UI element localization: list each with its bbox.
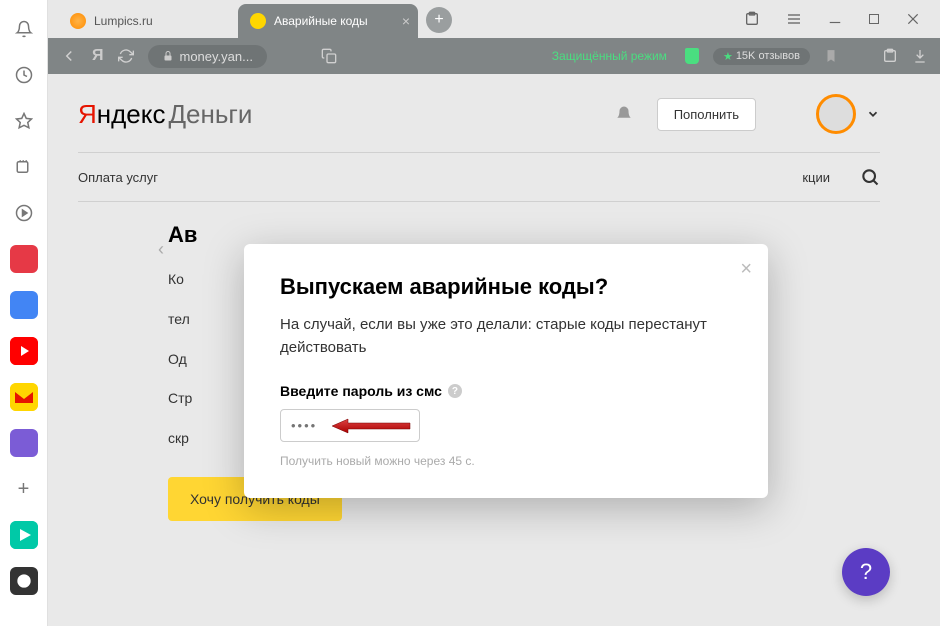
sms-password-input[interactable] xyxy=(280,409,420,442)
tab-emergency-codes[interactable]: Аварийные коды × xyxy=(238,4,418,38)
bookmark-icon[interactable] xyxy=(824,49,838,63)
logo-ya: Я xyxy=(78,99,97,129)
reviews-text: 15K отзывов xyxy=(736,50,800,62)
add-tile-icon[interactable]: + xyxy=(10,475,38,503)
shield-icon[interactable] xyxy=(685,48,699,64)
star-icon: ★ xyxy=(723,50,733,63)
star-icon[interactable] xyxy=(10,107,38,135)
browser-sidebar: + xyxy=(0,0,48,626)
close-icon[interactable]: × xyxy=(402,13,410,29)
help-fab[interactable]: ? xyxy=(842,548,890,596)
url-text: money.yan... xyxy=(180,49,253,64)
maximize-icon[interactable] xyxy=(868,13,880,25)
tab-bar: Lumpics.ru Аварийные коды × + xyxy=(48,0,940,38)
notifications-icon[interactable] xyxy=(615,105,633,123)
help-icon[interactable]: ? xyxy=(448,384,462,398)
copy-icon[interactable] xyxy=(321,48,337,64)
modal-input-label: Введите пароль из смс ? xyxy=(280,383,732,399)
reviews-badge[interactable]: ★15K отзывов xyxy=(713,48,810,65)
modal-title: Выпускаем аварийные коды? xyxy=(280,274,732,300)
app-tile-media[interactable] xyxy=(10,521,38,549)
app-tile-docs[interactable] xyxy=(10,291,38,319)
app-tile-mail[interactable] xyxy=(10,383,38,411)
clock-icon[interactable] xyxy=(10,61,38,89)
site-nav: Оплата услуг кции xyxy=(78,152,880,202)
app-tile-wallet[interactable] xyxy=(10,429,38,457)
bell-icon[interactable] xyxy=(10,15,38,43)
extensions-icon[interactable] xyxy=(744,11,760,27)
url-field[interactable]: money.yan... xyxy=(148,45,267,68)
address-bar: Я money.yan... Защищённый режим ★15K отз… xyxy=(48,38,940,74)
avatar[interactable] xyxy=(816,94,856,134)
nav-promotions[interactable]: кции xyxy=(802,170,830,185)
window-close-icon[interactable] xyxy=(906,12,920,26)
back-chevron-icon[interactable]: ‹ xyxy=(158,239,164,260)
favicon-icon xyxy=(250,13,266,29)
nav-payments[interactable]: Оплата услуг xyxy=(78,170,158,185)
tab-label: Lumpics.ru xyxy=(94,14,153,28)
collections-icon[interactable] xyxy=(10,153,38,181)
topup-button[interactable]: Пополнить xyxy=(657,98,756,131)
close-icon[interactable]: × xyxy=(740,258,752,281)
play-icon[interactable] xyxy=(10,199,38,227)
confirmation-modal: × Выпускаем аварийные коды? На случай, е… xyxy=(244,244,768,498)
modal-description: На случай, если вы уже это делали: стары… xyxy=(280,314,732,359)
app-tile-ivi[interactable] xyxy=(10,245,38,273)
secure-mode-label: Защищённый режим xyxy=(552,49,667,63)
page-content: ЯндексДеньги Пополнить Оплата услуг кции xyxy=(48,74,940,626)
chevron-down-icon[interactable] xyxy=(866,107,880,121)
logo-ndx: ндекс xyxy=(97,99,166,129)
lock-icon xyxy=(162,50,174,62)
extensions-bar-icon[interactable] xyxy=(882,48,898,64)
minimize-icon[interactable] xyxy=(828,12,842,26)
download-icon[interactable] xyxy=(912,48,928,64)
new-tab-button[interactable]: + xyxy=(426,7,452,33)
yandex-icon[interactable]: Я xyxy=(92,47,104,65)
logo-money: Деньги xyxy=(168,99,252,129)
back-icon[interactable] xyxy=(60,47,78,65)
search-icon[interactable] xyxy=(860,167,880,187)
menu-icon[interactable] xyxy=(786,11,802,27)
modal-hint: Получить новый можно через 45 с. xyxy=(280,454,732,468)
tab-label: Аварийные коды xyxy=(274,14,368,28)
yandex-money-logo[interactable]: ЯндексДеньги xyxy=(78,99,252,130)
app-tile-youtube[interactable] xyxy=(10,337,38,365)
favicon-icon xyxy=(70,13,86,29)
app-tile-alice[interactable] xyxy=(10,567,38,595)
main-area: Lumpics.ru Аварийные коды × + Я xyxy=(48,0,940,626)
window-controls xyxy=(744,0,940,38)
reload-icon[interactable] xyxy=(118,48,134,64)
tab-lumpics[interactable]: Lumpics.ru xyxy=(58,4,238,38)
site-header: ЯндексДеньги Пополнить xyxy=(78,94,880,134)
